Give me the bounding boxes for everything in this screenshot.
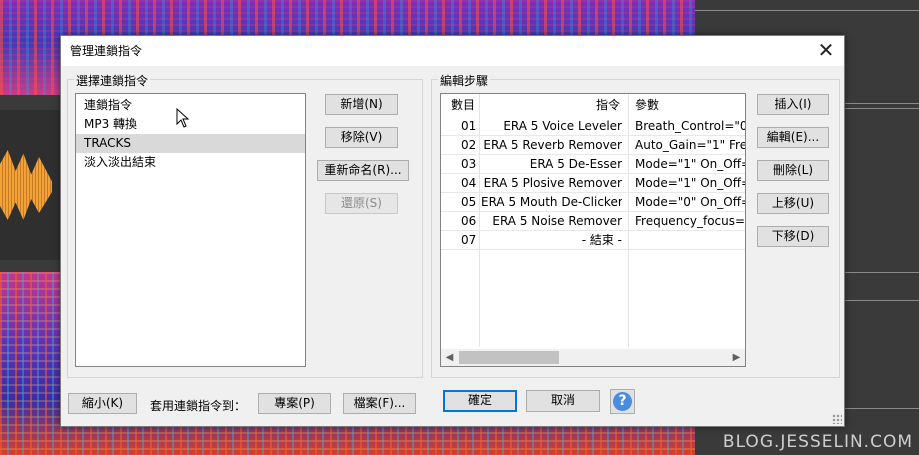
watermark: BLOG.JESSELIN.COM — [722, 432, 913, 452]
edit-steps-label: 編輯步驟 — [438, 72, 491, 89]
restore-button[interactable]: 還原(S) — [325, 193, 398, 214]
column-header-command[interactable]: 指令 — [596, 94, 620, 116]
row-params: Breath_Control="0" — [635, 119, 745, 133]
row-number: 03 — [461, 157, 477, 171]
row-number: 06 — [461, 214, 477, 228]
select-macro-label: 選擇連鎖指令 — [74, 72, 151, 89]
row-params: Frequency_focus=" — [635, 214, 745, 228]
ok-button[interactable]: 確定 — [443, 390, 517, 412]
row-params: Mode="0" On_Off= — [635, 195, 745, 209]
row-command: ERA 5 Reverb Remover — [483, 138, 622, 152]
row-number: 07 — [461, 233, 477, 247]
delete-button[interactable]: 刪除(L) — [757, 160, 829, 181]
scroll-right-icon[interactable]: ▶ — [728, 349, 745, 366]
row-number: 01 — [461, 119, 477, 133]
row-command: ERA 5 Plosive Remover — [483, 176, 622, 190]
row-params — [635, 231, 745, 250]
file-button[interactable]: 檔案(F)... — [343, 393, 416, 414]
scroll-left-icon[interactable]: ◀ — [441, 349, 458, 366]
resize-grip-icon[interactable] — [832, 414, 842, 424]
scrollbar-thumb[interactable] — [459, 351, 559, 364]
row-number: 05 — [461, 195, 477, 209]
macro-list-header: 連鎖指令 — [84, 98, 133, 112]
help-button[interactable]: ? — [610, 389, 635, 414]
insert-button[interactable]: 插入(I) — [757, 94, 829, 115]
move-up-button[interactable]: 上移(U) — [757, 193, 829, 214]
rename-button[interactable]: 重新命名(R)... — [317, 160, 409, 181]
row-number: 04 — [461, 176, 477, 190]
titlebar: 管理連鎖指令 ✕ — [61, 36, 844, 66]
cancel-button[interactable]: 取消 — [526, 390, 600, 412]
move-down-button[interactable]: 下移(D) — [757, 226, 829, 247]
row-params: Auto_Gain="1" Freq — [635, 138, 745, 152]
help-icon: ? — [613, 392, 632, 411]
row-command: ERA 5 De-Esser — [529, 157, 622, 171]
dialog-title: 管理連鎖指令 — [70, 44, 143, 58]
project-button[interactable]: 專案(P) — [258, 393, 331, 414]
close-icon[interactable]: ✕ — [816, 39, 836, 61]
row-command: ERA 5 Mouth De-Clicker — [481, 195, 622, 209]
column-header-number[interactable]: 數目 — [451, 94, 475, 116]
macro-list-item[interactable]: TRACKS — [76, 134, 305, 153]
column-header-params[interactable]: 參數 — [635, 94, 659, 116]
row-command: ERA 5 Noise Remover — [492, 214, 622, 228]
macro-list-item[interactable]: MP3 轉換 — [76, 115, 305, 134]
row-command: - 結束 - — [581, 233, 622, 247]
row-command: ERA 5 Voice Leveler — [503, 119, 622, 133]
minimize-button[interactable]: 縮小(K) — [68, 393, 137, 414]
remove-button[interactable]: 移除(V) — [325, 127, 398, 148]
macro-list-item[interactable]: 淡入淡出結束 — [76, 153, 305, 172]
apply-macro-label: 套用連鎖指令到： — [150, 399, 247, 413]
edit-button[interactable]: 編輯(E)... — [757, 127, 829, 148]
mouse-cursor-icon — [176, 108, 190, 128]
horizontal-scrollbar[interactable]: ◀ ▶ — [441, 349, 745, 366]
macro-list[interactable]: 連鎖指令 MP3 轉換 TRACKS 淡入淡出結束 — [75, 93, 306, 367]
row-number: 02 — [461, 138, 477, 152]
new-button[interactable]: 新增(N) — [325, 94, 398, 115]
steps-table[interactable]: 數目 指令 參數 01 ERA 5 Voice Leveler Breath_C… — [440, 93, 746, 367]
row-params: Mode="1" On_Off= — [635, 176, 745, 190]
row-params: Mode="1" On_Off= — [635, 157, 745, 171]
manage-macros-dialog: 管理連鎖指令 ✕ 選擇連鎖指令 連鎖指令 MP3 轉換 TRACKS 淡入淡出結… — [60, 35, 845, 427]
